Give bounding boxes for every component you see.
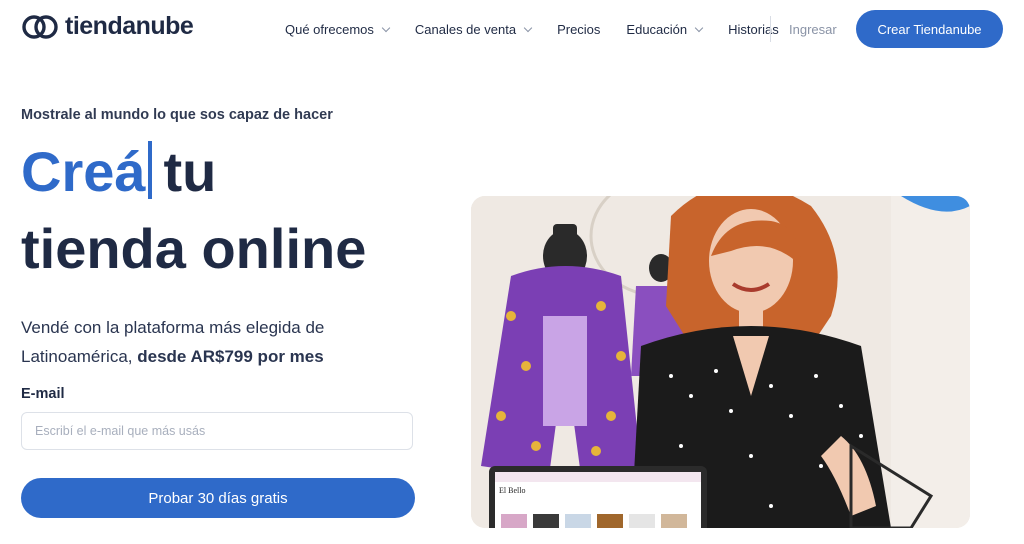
hero-title-line1: Creá tu xyxy=(21,140,216,204)
hero-subtitle-price: desde AR$799 por mes xyxy=(137,347,324,366)
hero-photo: El Bello xyxy=(471,196,970,528)
nav-item-que-ofrecemos[interactable]: Qué ofrecemos xyxy=(285,22,391,37)
nav-item-canales-de-venta[interactable]: Canales de venta xyxy=(414,22,533,37)
chevron-down-icon xyxy=(381,23,391,32)
typing-cursor xyxy=(147,141,152,199)
hero-title-accent: Creá xyxy=(21,140,146,203)
logo-text: tiendanube xyxy=(65,12,194,40)
hero-subtitle: Vendé con la plataforma más elegida de L… xyxy=(21,313,401,371)
nav-label: Educación xyxy=(626,22,688,37)
hero-eyebrow: Mostrale al mundo lo que sos capaz de ha… xyxy=(21,107,333,123)
laptop-store-name: El Bello xyxy=(499,486,525,495)
nav-label: Canales de venta xyxy=(414,22,517,37)
site-header: tiendanube Qué ofrecemos Canales de vent… xyxy=(0,0,1024,62)
nav-label: Historias xyxy=(728,22,779,37)
try-free-button[interactable]: Probar 30 días gratis xyxy=(21,478,415,518)
hero-title-line2: tienda online xyxy=(21,217,367,280)
nav-label: Precios xyxy=(557,22,601,37)
nav-item-historias[interactable]: Historias xyxy=(728,22,779,37)
email-label: E-mail xyxy=(21,386,65,402)
hero-photo-illustration-icon: El Bello xyxy=(471,196,970,528)
main-nav: Qué ofrecemos Canales de venta Precios E… xyxy=(285,22,779,37)
nav-item-precios[interactable]: Precios xyxy=(557,22,600,37)
login-link[interactable]: Ingresar xyxy=(789,22,837,37)
chevron-down-icon xyxy=(694,23,704,32)
hero-title-rest: tu xyxy=(163,140,217,203)
create-store-button[interactable]: Crear Tiendanube xyxy=(856,10,1003,48)
logo[interactable]: tiendanube xyxy=(21,12,194,41)
nav-divider xyxy=(770,16,771,42)
nav-item-educacion[interactable]: Educación xyxy=(626,22,704,37)
email-input[interactable] xyxy=(21,412,413,450)
tiendanube-logo-icon xyxy=(22,14,58,39)
chevron-down-icon xyxy=(523,23,533,32)
nav-label: Qué ofrecemos xyxy=(285,22,374,37)
